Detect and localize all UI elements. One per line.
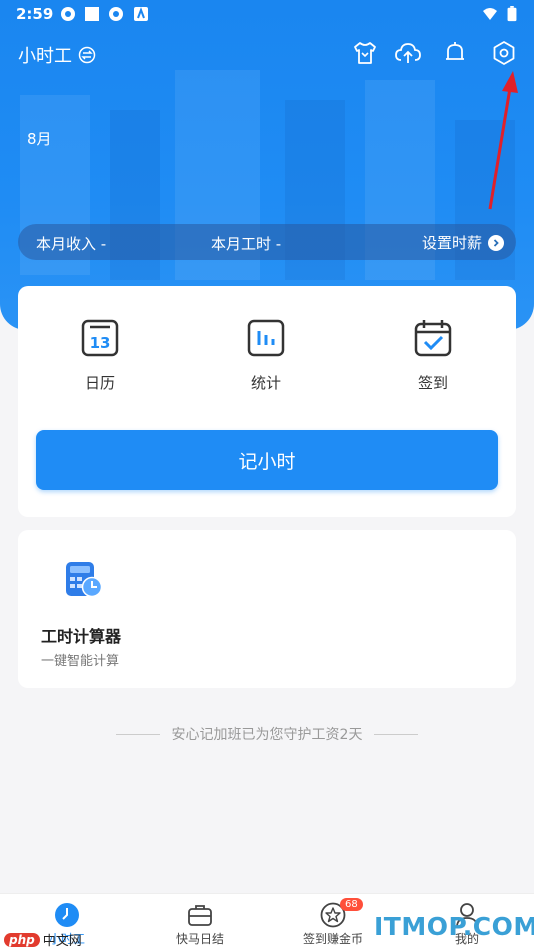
monthly-stats-bar: 本月收入 - 本月工时 - 设置时薪 (18, 224, 516, 260)
bell-icon[interactable] (442, 40, 468, 66)
statistics-icon (247, 319, 285, 357)
checkin-button[interactable]: 签到 (388, 318, 478, 393)
battery-icon (507, 6, 517, 22)
tab-daily-settlement[interactable]: 快马日结 (155, 902, 245, 947)
shirt-icon[interactable] (352, 40, 378, 66)
cloud-upload-icon[interactable] (394, 40, 422, 66)
calendar-button[interactable]: 13 日历 (55, 318, 145, 393)
calendar-label: 日历 (84, 374, 115, 392)
coin-badge: 68 (340, 898, 363, 911)
calendar-check-icon (414, 320, 452, 357)
calculator-clock-icon (66, 562, 103, 598)
hours-calculator-card[interactable]: 工时计算器 一键智能计算 (18, 530, 516, 688)
swap-icon (78, 46, 96, 64)
divider (374, 733, 419, 735)
divider (115, 733, 160, 735)
log-hours-button[interactable]: 记小时 (36, 430, 498, 490)
annotation-arrow (488, 71, 518, 210)
watermark-text: 中文网 (42, 934, 82, 949)
set-wage-label: 设置时薪 (421, 234, 482, 252)
tab-checkin-coins[interactable]: 68 签到赚金币 (288, 898, 378, 947)
set-hourly-wage-link[interactable]: 设置时薪 (422, 232, 504, 253)
status-bar: 2:59 (0, 0, 534, 30)
php-logo: php (4, 932, 40, 947)
checkin-label: 签到 (417, 374, 448, 392)
tab-label: 快马日结 (175, 932, 224, 946)
monthly-income-label: 本月收入 - (36, 235, 107, 253)
php-watermark: php 中文网 (4, 930, 82, 949)
quick-actions-card: 13 日历 统计 签到 记小时 (18, 286, 516, 517)
app-notification-icon (109, 7, 123, 21)
wifi-icon (483, 8, 497, 20)
statistics-button[interactable]: 统计 (221, 318, 311, 393)
calculator-subtitle: 一键智能计算 (41, 654, 120, 669)
current-month[interactable]: 8月 (27, 128, 52, 149)
calendar-icon: 13 (81, 319, 119, 357)
protection-note-text: 安心记加班已为您守护工资2天 (171, 727, 363, 743)
statistics-label: 统计 (250, 374, 281, 392)
protection-note: 安心记加班已为您守护工资2天 (0, 724, 534, 744)
app-title: 小时工 (18, 46, 72, 67)
clock-icon (55, 903, 79, 927)
settings-icon[interactable] (491, 40, 517, 66)
calendar-date-number: 13 (90, 334, 111, 352)
calculator-title: 工时计算器 (41, 627, 122, 646)
a-notification-icon (134, 7, 148, 21)
square-notification-icon (85, 7, 99, 21)
app-switcher[interactable]: 小时工 (18, 42, 96, 68)
app-notification-icon (61, 7, 75, 21)
itmop-watermark: ITMOP.COM (374, 912, 534, 941)
status-time: 2:59 (16, 5, 54, 23)
briefcase-icon (188, 905, 212, 926)
monthly-hours-label: 本月工时 - (211, 235, 282, 253)
tab-label: 签到赚金币 (302, 932, 363, 946)
chevron-right-icon (488, 234, 504, 251)
